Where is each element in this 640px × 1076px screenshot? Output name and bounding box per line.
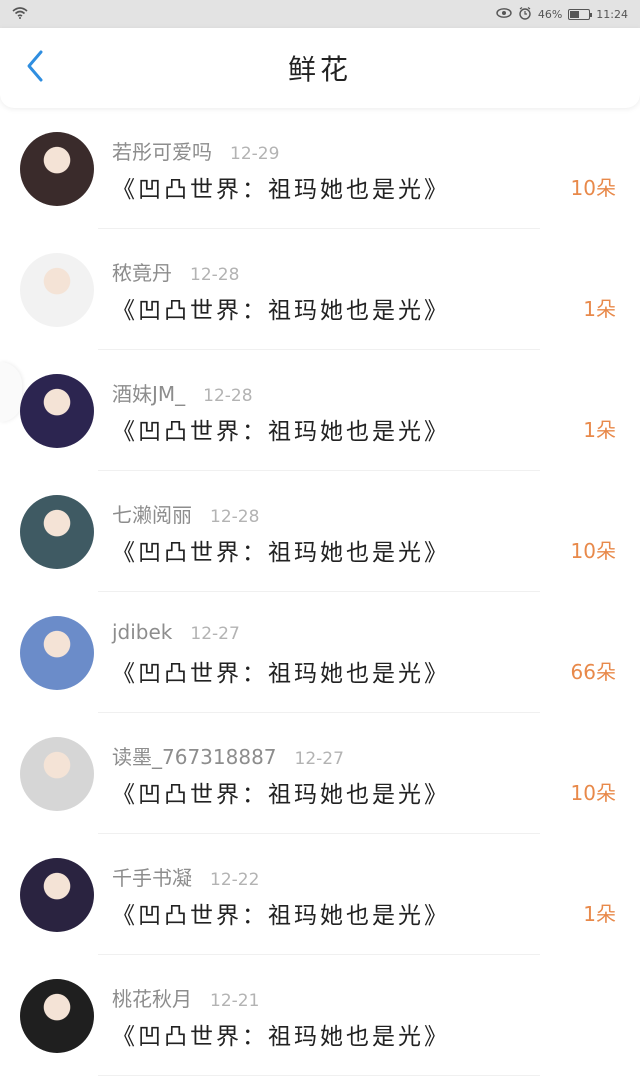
battery-fill [570,10,579,18]
user-name[interactable]: 七濑阅丽 [112,499,192,528]
flower-count: 1朵 [583,297,616,321]
item-meta: jdibek 12-27 [112,620,240,644]
chevron-left-icon [25,49,45,87]
back-button[interactable] [18,50,52,86]
book-title[interactable]: 《凹凸世界：祖玛她也是光》 [112,533,450,567]
user-name[interactable]: 桃花秋月 [112,983,192,1012]
item-date: 12-27 [294,749,344,769]
item-meta: 若彤可爱吗 12-29 [112,136,279,165]
flower-count: 10朵 [570,176,616,200]
flower-count: 10朵 [570,781,616,805]
wifi-icon [12,6,28,22]
list-item[interactable]: 千手书凝 12-22 《凹凸世界：祖玛她也是光》 1朵 [0,834,640,955]
avatar[interactable] [20,737,94,811]
item-date: 12-28 [190,265,240,285]
flower-count: 1朵 [583,418,616,442]
item-meta: 酒妹JM_ 12-28 [112,378,253,407]
avatar[interactable] [20,132,94,206]
page-title: 鲜花 [287,53,352,86]
book-title[interactable]: 《凹凸世界：祖玛她也是光》 [112,654,450,688]
list-item[interactable]: 七濑阅丽 12-28 《凹凸世界：祖玛她也是光》 10朵 [0,471,640,592]
book-title[interactable]: 《凹凸世界：祖玛她也是光》 [112,1017,450,1051]
user-name[interactable]: 读墨_767318887 [112,741,277,770]
avatar[interactable] [20,253,94,327]
status-bar: 46% 11:24 [0,0,640,28]
list-item[interactable]: 酒妹JM_ 12-28 《凹凸世界：祖玛她也是光》 1朵 [0,350,640,471]
battery-icon [568,8,593,20]
alarm-icon [518,6,532,23]
flower-list: 若彤可爱吗 12-29 《凹凸世界：祖玛她也是光》 10朵 秾竟丹 12-28 … [0,108,640,1076]
book-title[interactable]: 《凹凸世界：祖玛她也是光》 [112,412,450,446]
item-meta: 秾竟丹 12-28 [112,257,239,286]
list-item[interactable]: 秾竟丹 12-28 《凹凸世界：祖玛她也是光》 1朵 [0,229,640,350]
avatar[interactable] [20,979,94,1053]
list-item[interactable]: jdibek 12-27 《凹凸世界：祖玛她也是光》 66朵 [0,592,640,713]
header-bar: 鲜花 [0,28,640,108]
item-date: 12-21 [210,991,260,1011]
battery-percent: 46% [537,7,563,21]
list-item[interactable]: 读墨_767318887 12-27 《凹凸世界：祖玛她也是光》 10朵 [0,713,640,834]
item-meta: 七濑阅丽 12-28 [112,499,259,528]
list-item[interactable]: 若彤可爱吗 12-29 《凹凸世界：祖玛她也是光》 10朵 [0,108,640,229]
book-title[interactable]: 《凹凸世界：祖玛她也是光》 [112,170,450,204]
user-name[interactable]: 秾竟丹 [112,257,172,286]
eye-icon [496,7,512,22]
book-title[interactable]: 《凹凸世界：祖玛她也是光》 [112,291,450,325]
status-time: 11:24 [596,7,628,21]
avatar[interactable] [20,374,94,448]
avatar[interactable] [20,495,94,569]
item-meta: 桃花秋月 12-21 [112,983,259,1012]
user-name[interactable]: 酒妹JM_ [112,378,185,407]
book-title[interactable]: 《凹凸世界：祖玛她也是光》 [112,896,450,930]
user-name[interactable]: jdibek [112,620,172,644]
user-name[interactable]: 若彤可爱吗 [112,136,212,165]
item-date: 12-29 [230,144,280,164]
item-date: 12-28 [203,386,253,406]
item-date: 12-22 [210,870,260,890]
user-name[interactable]: 千手书凝 [112,862,192,891]
flower-count: 10朵 [570,539,616,563]
item-date: 12-27 [190,624,240,644]
avatar[interactable] [20,858,94,932]
item-date: 12-28 [210,507,260,527]
item-meta: 千手书凝 12-22 [112,862,259,891]
list-item[interactable]: 桃花秋月 12-21 《凹凸世界：祖玛她也是光》 [0,955,640,1076]
book-title[interactable]: 《凹凸世界：祖玛她也是光》 [112,775,450,809]
flower-count: 1朵 [583,902,616,926]
avatar[interactable] [20,616,94,690]
flower-count: 66朵 [570,660,616,684]
item-meta: 读墨_767318887 12-27 [112,741,344,770]
